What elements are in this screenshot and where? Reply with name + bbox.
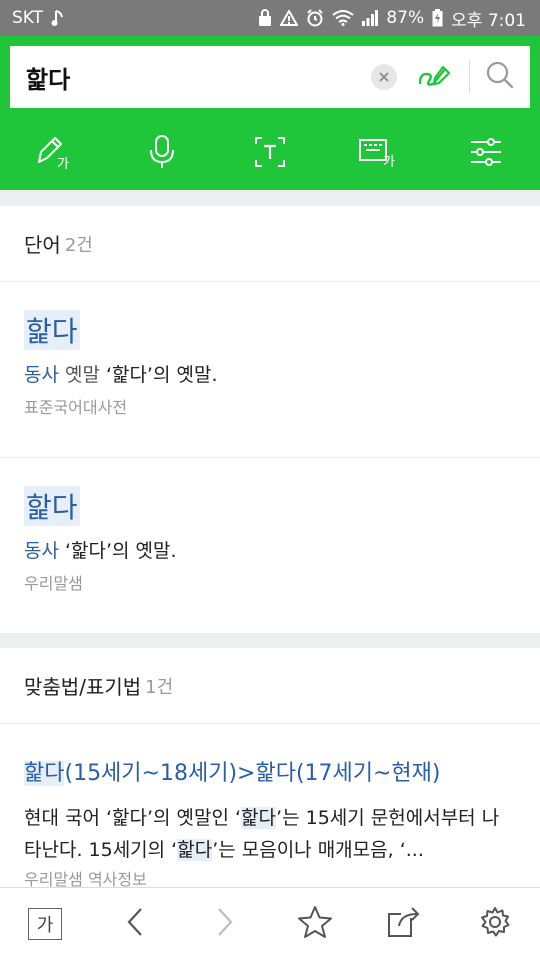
spelling-section-header: 맞춤법/표기법 1건	[0, 648, 540, 724]
results-content: 단어 2건 핥다 동사 옛말 ‘핥다’의 옛말. 표준국어대사전 핥다 동사 ‘핥다’…	[0, 190, 540, 887]
spelling-entry-title[interactable]: 핥다(15세기~18세기)>핥다(17세기~현재)	[24, 758, 516, 790]
handwriting-input-button[interactable]: 가	[19, 126, 89, 182]
keyboard-korean-icon: 가	[358, 137, 398, 171]
spelling-entry-body: 현대 국어 ‘핥다’의 옛말인 ‘핥다’는 15세기 문헌에서부터 나타난다. …	[24, 802, 516, 866]
definition-text: ‘핥다’의 옛말.	[105, 364, 218, 386]
lock-icon	[258, 9, 272, 27]
search-button[interactable]	[470, 47, 530, 107]
warning-icon	[280, 10, 299, 26]
clock: 오후 7:01	[451, 10, 526, 31]
entry-definition: 동사 옛말 ‘핥다’의 옛말.	[24, 360, 516, 390]
body-text: ’는 모음이나 매개모음, ‘...	[212, 839, 424, 861]
search-input[interactable]: 핥다	[26, 60, 371, 95]
font-size-button[interactable]: 가	[15, 894, 75, 954]
definition-text: ‘핥다’의 옛말.	[64, 540, 177, 562]
bottom-navigation: 가	[0, 887, 540, 960]
entry-definition: 동사 ‘핥다’의 옛말.	[24, 536, 516, 566]
handwriting-button[interactable]	[415, 57, 455, 97]
back-button[interactable]	[105, 894, 165, 954]
back-icon	[125, 906, 145, 942]
alarm-icon	[306, 9, 324, 27]
words-section-header: 단어 2건	[0, 206, 540, 282]
search-icon	[485, 60, 515, 94]
section-gap	[0, 634, 540, 648]
korean-keyboard-button[interactable]: 가	[343, 126, 413, 182]
entry-headword[interactable]: 핥다	[24, 486, 80, 526]
word-entry[interactable]: 핥다 동사 옛말 ‘핥다’의 옛말. 표준국어대사전	[0, 282, 540, 458]
voice-search-button[interactable]	[127, 126, 197, 182]
part-of-speech: 동사	[24, 364, 59, 386]
spelling-title-keyword: 핥다	[24, 761, 65, 786]
settings-button[interactable]	[465, 894, 525, 954]
font-size-icon: 가	[28, 908, 62, 940]
bookmark-button[interactable]	[285, 894, 345, 954]
spelling-source[interactable]: 우리말샘 역사정보	[24, 868, 516, 887]
signal-icon	[362, 10, 379, 26]
share-button[interactable]	[375, 894, 435, 954]
clear-icon	[378, 68, 390, 87]
microphone-icon	[149, 134, 175, 174]
body-highlight: 핥다	[177, 839, 213, 861]
battery-icon	[432, 9, 443, 27]
search-box: 핥다	[10, 46, 530, 108]
entry-headword[interactable]: 핥다	[24, 310, 80, 350]
spelling-section-title: 맞춤법/표기법	[24, 675, 142, 699]
text-recognition-button[interactable]	[235, 126, 305, 182]
handwriting-pen-icon	[417, 61, 453, 93]
gear-icon	[479, 906, 511, 942]
spelling-entry[interactable]: 핥다(15세기~18세기)>핥다(17세기~현재) 현대 국어 ‘핥다’의 옛말…	[0, 724, 540, 887]
carrier-label: SKT	[12, 8, 44, 28]
word-entry[interactable]: 핥다 동사 ‘핥다’의 옛말. 우리말샘	[0, 458, 540, 634]
search-settings-button[interactable]	[451, 126, 521, 182]
words-section-title: 단어	[24, 233, 61, 257]
svg-text:가: 가	[383, 155, 395, 167]
settings-sliders-icon	[469, 137, 503, 171]
forward-button[interactable]	[195, 894, 255, 954]
handwriting-input-icon: 가	[35, 134, 73, 174]
bookmark-star-icon	[297, 905, 333, 943]
forward-icon	[215, 906, 235, 942]
entry-tag: 옛말	[64, 364, 100, 386]
text-recognition-icon	[254, 136, 286, 172]
search-header: 핥다 가 가	[0, 36, 540, 190]
clear-button[interactable]	[371, 64, 397, 90]
section-gap	[0, 190, 540, 206]
share-icon	[387, 906, 423, 942]
music-note-icon	[51, 9, 65, 27]
words-section-count: 2건	[64, 234, 93, 256]
battery-percent: 87%	[386, 8, 425, 28]
input-tools: 가 가	[0, 118, 540, 190]
wifi-icon	[332, 10, 354, 26]
svg-text:가: 가	[57, 157, 69, 170]
body-highlight: 핥다	[241, 807, 277, 829]
body-text: 현대 국어 ‘핥다’의 옛말인 ‘	[24, 807, 242, 829]
dictionary-source[interactable]: 표준국어대사전	[24, 396, 516, 420]
dictionary-source[interactable]: 우리말샘	[24, 572, 516, 596]
status-bar: SKT 87% 오후 7:01	[0, 0, 540, 36]
spelling-section-count: 1건	[145, 676, 174, 698]
spelling-title-rest: (15세기~18세기)>핥다(17세기~현재)	[64, 761, 441, 786]
part-of-speech: 동사	[24, 540, 59, 562]
